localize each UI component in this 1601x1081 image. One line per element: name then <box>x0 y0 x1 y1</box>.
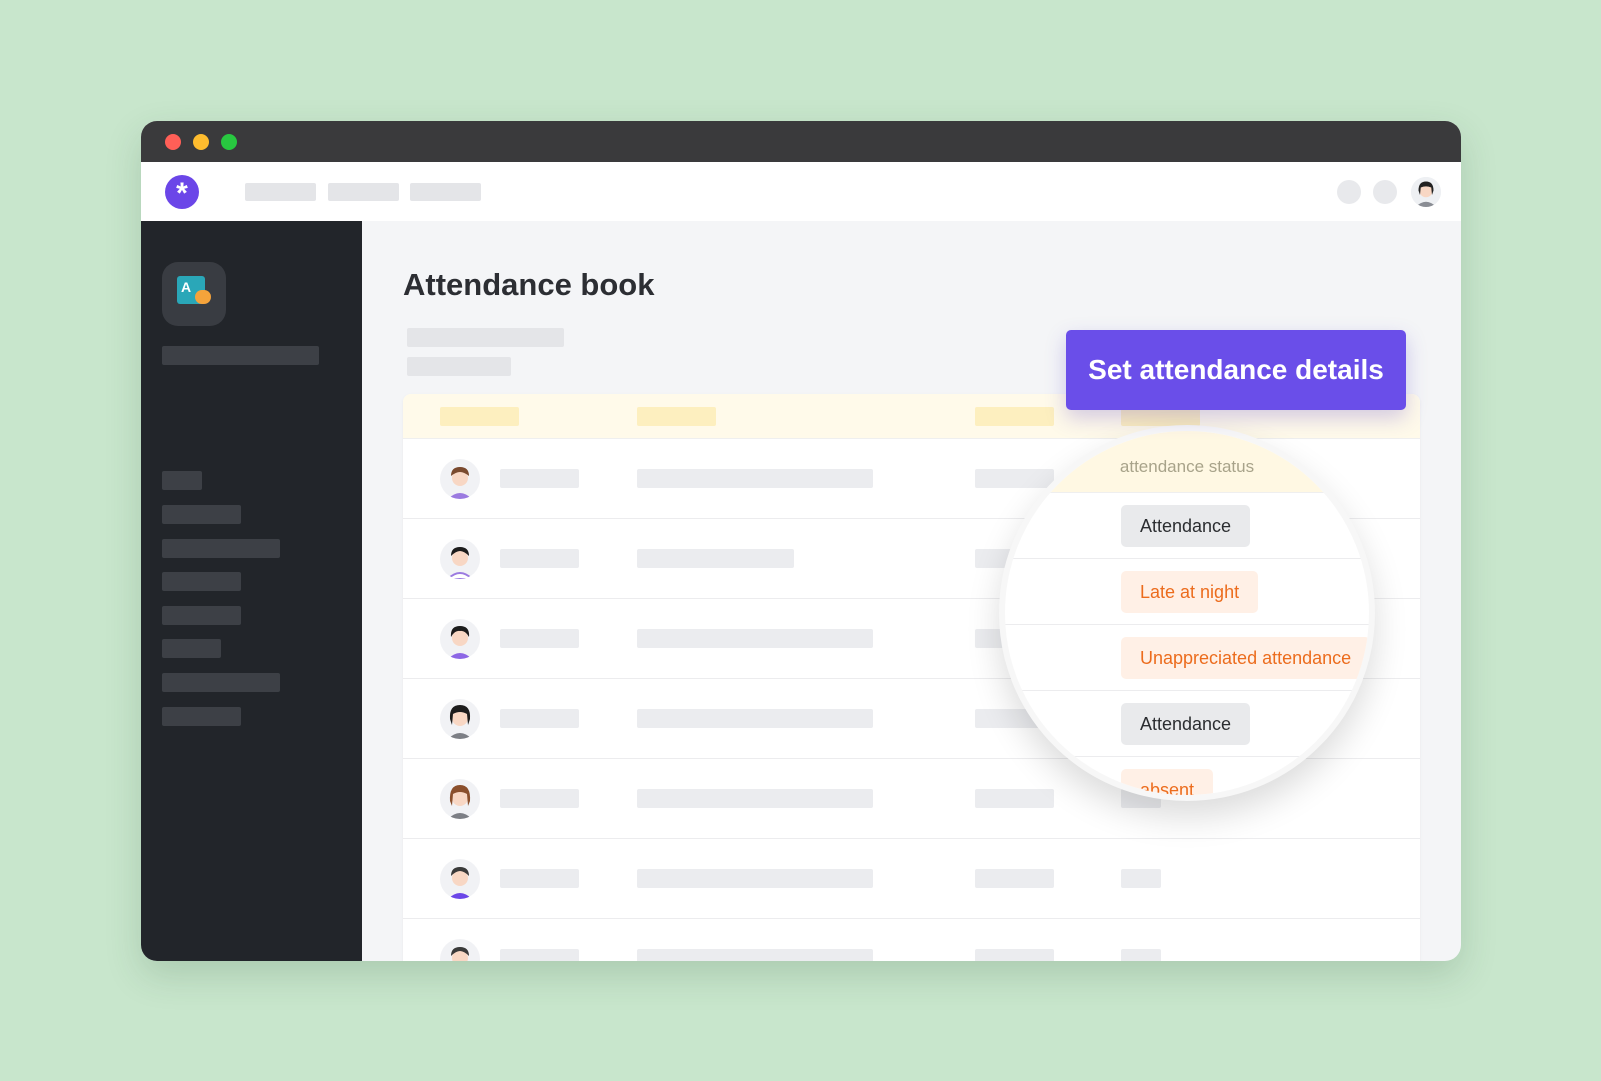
title-bar <box>141 121 1461 162</box>
student-avatar <box>440 539 480 579</box>
student-avatar-icon <box>448 705 472 739</box>
nav-item-placeholder[interactable] <box>328 183 399 201</box>
cell-placeholder <box>637 469 873 488</box>
student-avatar <box>440 939 480 961</box>
cell-placeholder <box>500 469 579 488</box>
cell-placeholder <box>500 789 579 808</box>
status-column-header: attendance status <box>1005 431 1369 493</box>
student-avatar <box>440 619 480 659</box>
subtitle-placeholder <box>407 328 564 347</box>
table-row[interactable] <box>403 919 1420 961</box>
attendance-status-magnifier: attendance status Attendance Late at nig… <box>999 425 1375 801</box>
table-row[interactable] <box>403 839 1420 919</box>
column-header[interactable] <box>440 407 519 426</box>
status-row: Unappreciated attendance <box>1005 625 1369 691</box>
asterisk-logo-icon[interactable]: * <box>165 175 199 210</box>
cell-placeholder <box>1121 949 1161 961</box>
close-window-dot[interactable] <box>165 134 181 150</box>
status-badge-unappreciated[interactable]: Unappreciated attendance <box>1121 637 1369 679</box>
page-title: Attendance book <box>403 267 655 302</box>
status-row: Late at night <box>1005 559 1369 625</box>
cell-placeholder <box>500 869 579 888</box>
app-icon[interactable]: A <box>162 262 226 326</box>
status-badge-late[interactable]: Late at night <box>1121 571 1259 613</box>
sidebar-item[interactable] <box>162 505 241 524</box>
cell-placeholder <box>637 549 794 568</box>
top-navigation: * <box>141 162 1461 221</box>
cell-placeholder <box>637 709 873 728</box>
cell-placeholder <box>637 869 873 888</box>
status-badge-attendance[interactable]: Attendance <box>1121 505 1251 547</box>
cell-placeholder <box>975 949 1054 961</box>
student-avatar <box>440 779 480 819</box>
cell-placeholder <box>637 949 873 961</box>
notification-icon[interactable] <box>1337 180 1361 204</box>
status-row: Attendance <box>1005 493 1369 559</box>
sidebar-item[interactable] <box>162 572 241 591</box>
subtitle-placeholder <box>407 357 511 376</box>
chat-bubble-icon <box>195 290 211 304</box>
status-row: Attendance <box>1005 691 1369 757</box>
student-avatar-icon <box>448 626 472 659</box>
student-avatar-icon <box>448 467 472 499</box>
student-avatar-icon <box>448 867 472 899</box>
cell-placeholder <box>500 949 579 961</box>
cell-placeholder <box>975 869 1054 888</box>
profile-avatar-icon <box>1411 177 1441 207</box>
sidebar-item[interactable] <box>162 606 241 625</box>
maximize-window-dot[interactable] <box>221 134 237 150</box>
nav-item-placeholder[interactable] <box>245 183 316 201</box>
sidebar-item[interactable] <box>162 707 241 726</box>
student-avatar <box>440 459 480 499</box>
cell-placeholder <box>637 789 873 808</box>
status-badge-attendance[interactable]: Attendance <box>1121 703 1251 745</box>
sidebar-title-placeholder <box>162 346 319 365</box>
user-avatar[interactable] <box>1411 177 1441 207</box>
settings-icon[interactable] <box>1373 180 1397 204</box>
sidebar-item[interactable] <box>162 673 280 692</box>
sidebar-item[interactable] <box>162 639 221 658</box>
cell-placeholder <box>500 629 579 648</box>
student-avatar-icon <box>451 947 469 961</box>
status-column-label: attendance status <box>1119 457 1255 476</box>
minimize-window-dot[interactable] <box>193 134 209 150</box>
column-header[interactable] <box>637 407 716 426</box>
student-avatar-icon <box>448 785 472 819</box>
column-header[interactable] <box>975 407 1054 426</box>
cell-placeholder <box>637 629 873 648</box>
student-avatar-icon <box>446 547 474 579</box>
sidebar-item[interactable] <box>162 471 202 490</box>
cell-placeholder <box>500 709 579 728</box>
status-row: absent <box>1005 757 1369 795</box>
cell-placeholder <box>500 549 579 568</box>
sidebar-item[interactable] <box>162 539 280 558</box>
set-attendance-details-button[interactable]: Set attendance details <box>1066 330 1406 410</box>
cell-placeholder <box>1121 869 1161 888</box>
student-avatar <box>440 699 480 739</box>
sidebar: A <box>141 221 362 961</box>
nav-item-placeholder[interactable] <box>410 183 481 201</box>
student-avatar <box>440 859 480 899</box>
